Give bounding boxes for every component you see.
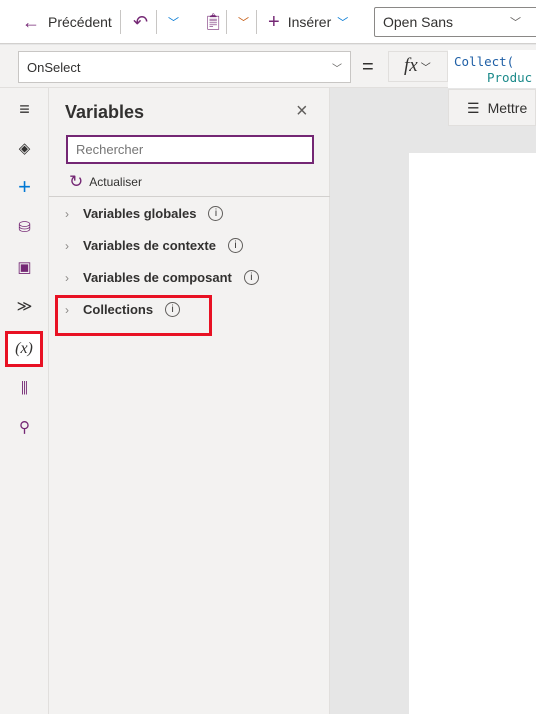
left-rail: ≡ ◈ + ⛁ ▣ ≫ (x) ⫼ ⚲ [0,88,49,714]
panel-title: Variables [65,102,145,122]
divider [120,10,121,34]
media-icon[interactable]: ▣ [0,252,49,282]
info-icon[interactable]: i [208,206,224,221]
advanced-tools-icon[interactable]: ⫼ [0,373,49,403]
canvas-screen[interactable] [409,153,536,714]
component-variables-item[interactable]: › Variables de composant i [65,270,259,285]
info-icon[interactable]: i [243,270,259,285]
item-label: Variables globales [83,206,197,221]
insert-icon[interactable]: + [0,172,49,202]
back-arrow-icon: ← [22,11,40,32]
search-input[interactable] [66,135,314,164]
refresh-icon: ↻ [69,172,84,191]
item-label: Variables de composant [83,270,232,285]
command-bar: ← Précédent ↶ ﹀ 📋︎ ﹀ + Insérer ﹀ Open Sans ﹀ [0,0,536,44]
formula-editor[interactable]: Collect(Produc [448,50,536,88]
divider [226,10,227,34]
code-line: Collect( [454,54,515,69]
chevron-down-icon: ﹀ [337,17,349,29]
plus-icon: + [268,10,280,33]
hamburger-icon[interactable]: ≡ [0,94,49,124]
divider [156,10,157,34]
variables-icon[interactable]: (x) [5,331,43,367]
variables-panel: Variables × ↻ Actualiser › Variables globa… [49,88,330,714]
fx-button[interactable]: fx ﹀ [388,51,448,82]
fx-label: fx [404,55,418,76]
back-button[interactable]: ← Précédent [22,0,112,44]
chevron-right-icon: › [65,238,69,253]
format-label: Mettre [487,100,528,116]
divider [49,196,330,197]
close-icon[interactable]: × [296,100,308,123]
context-variables-item[interactable]: › Variables de contexte i [65,238,243,253]
chevron-down-icon: ﹀ [420,63,431,74]
search-icon[interactable]: ⚲ [0,412,49,442]
power-automate-icon[interactable]: ≫ [0,291,49,321]
undo-chevron-icon[interactable]: ﹀ [168,0,179,44]
data-icon[interactable]: ⛁ [0,212,49,242]
global-variables-item[interactable]: › Variables globales i [65,206,224,221]
code-line: Produc [487,70,533,85]
refresh-label: Actualiser [89,175,142,189]
font-value: Open Sans [383,14,454,30]
property-select[interactable]: OnSelect ﹀ [18,51,351,83]
item-label: Variables de contexte [83,238,216,253]
layers-icon[interactable]: ◈ [0,133,49,163]
divider [256,10,257,34]
equals-sign: = [362,56,374,78]
chevron-down-icon: ﹀ [332,64,342,75]
info-icon[interactable]: i [227,238,243,253]
undo-icon[interactable]: ↶ [133,0,148,44]
format-icon: ☰ [467,100,480,116]
chevron-right-icon: › [65,206,69,221]
paste-icon[interactable]: 📋︎ [203,0,223,44]
chevron-right-icon: › [65,270,69,285]
insert-label: Insérer [287,14,332,30]
format-text-button[interactable]: ☰ Mettre [448,89,536,126]
refresh-button[interactable]: ↻ Actualiser [69,172,142,192]
property-value: OnSelect [27,60,81,75]
paste-chevron-icon[interactable]: ﹀ [238,0,249,44]
highlight-box [55,295,212,336]
font-select[interactable]: Open Sans ﹀ [374,7,536,37]
chevron-down-icon: ﹀ [510,17,521,29]
insert-button[interactable]: + Insérer ﹀ [268,0,348,44]
back-label: Précédent [48,14,112,30]
